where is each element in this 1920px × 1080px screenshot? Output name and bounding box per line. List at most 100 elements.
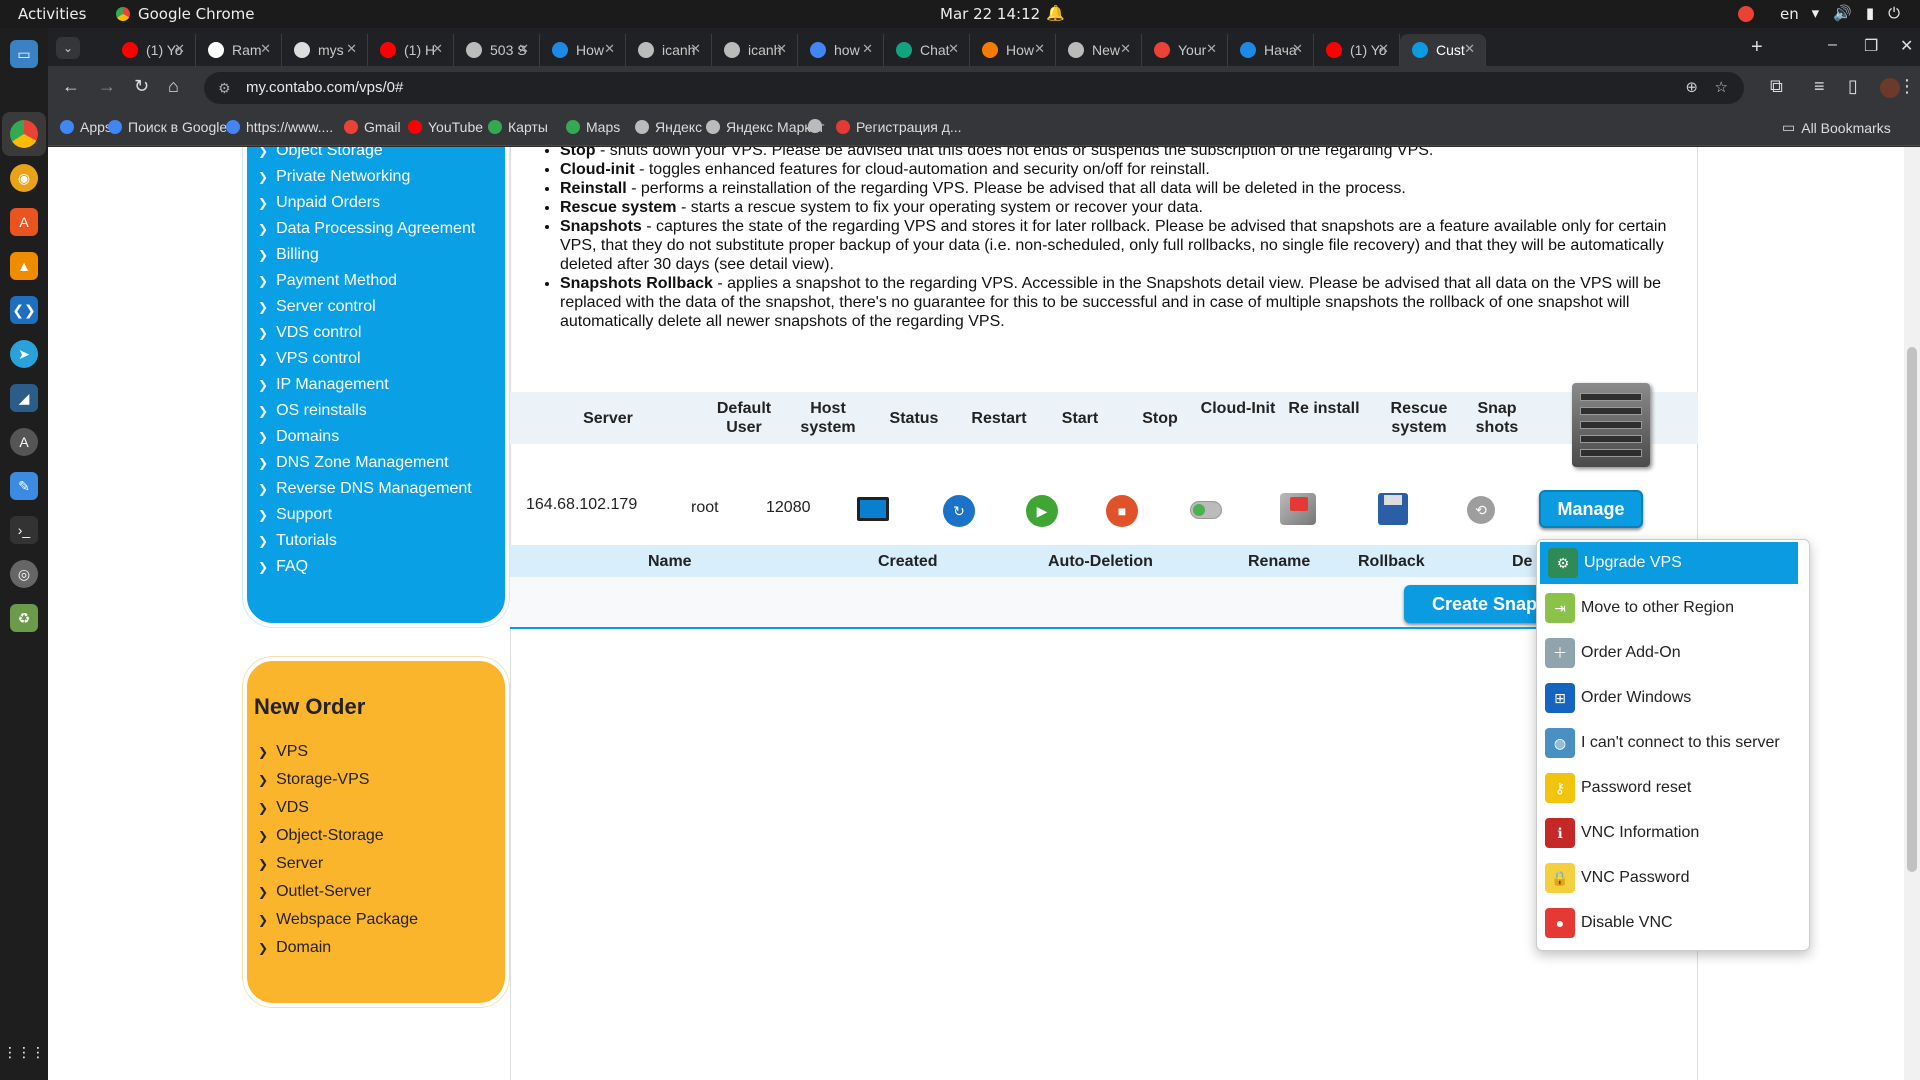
status-monitor-icon[interactable]: [857, 497, 889, 521]
new-order-link[interactable]: ❯ VDS: [258, 799, 309, 817]
menu-item[interactable]: ◍ I can't connect to this server: [1537, 722, 1809, 764]
page-scrollbar[interactable]: [1904, 147, 1920, 1080]
bookmark-item[interactable]: YouTube: [408, 119, 483, 135]
tab-close-icon[interactable]: ✕: [518, 41, 529, 57]
sidebar-link[interactable]: ❯ VDS control: [258, 324, 361, 342]
active-app-menu[interactable]: Google Chrome: [116, 5, 255, 23]
browser-tab[interactable]: icanh ✕: [712, 34, 798, 66]
browser-tab[interactable]: icanh ✕: [626, 34, 712, 66]
new-order-link[interactable]: ❯ VPS: [258, 743, 308, 761]
new-order-link[interactable]: ❯ Server: [258, 855, 323, 873]
tab-close-icon[interactable]: ✕: [948, 41, 959, 57]
start-icon[interactable]: ▶: [1026, 495, 1058, 527]
tab-close-icon[interactable]: ✕: [174, 41, 185, 57]
scrollbar-thumb[interactable]: [1907, 347, 1917, 872]
menu-item[interactable]: ⚙ Upgrade VPS: [1540, 542, 1798, 584]
bookmark-item[interactable]: Яндекс: [635, 119, 702, 135]
vlc-icon[interactable]: ▲: [10, 252, 38, 280]
stop-icon[interactable]: ■: [1106, 495, 1138, 527]
bookmark-item[interactable]: Maps: [566, 119, 620, 135]
menu-item[interactable]: ⚷ Password reset: [1537, 767, 1809, 809]
bookmark-item[interactable]: [808, 119, 828, 133]
bookmark-item[interactable]: Регистрация д...: [836, 119, 962, 135]
telegram-icon[interactable]: ➤: [10, 340, 38, 368]
snapshots-icon[interactable]: ⟲: [1467, 496, 1495, 524]
clock[interactable]: Mar 22 14:12: [940, 5, 1040, 23]
tab-close-icon[interactable]: ✕: [604, 41, 615, 57]
profile-avatar[interactable]: [1880, 78, 1900, 98]
rhythmbox-icon[interactable]: ◉: [10, 164, 38, 192]
back-arrow-icon[interactable]: ←: [62, 76, 80, 97]
menu-item[interactable]: ⇥ Move to other Region: [1537, 587, 1809, 629]
tab-close-icon[interactable]: ✕: [1206, 41, 1217, 57]
restart-icon[interactable]: ↻: [943, 495, 975, 527]
browser-tab[interactable]: How ✕: [540, 34, 626, 66]
sidebar-link[interactable]: ❯ Server control: [258, 298, 376, 316]
browser-tab[interactable]: (1) H ✕: [368, 34, 454, 66]
browser-tab[interactable]: how ✕: [798, 34, 884, 66]
home-icon[interactable]: ⌂: [168, 76, 179, 97]
maximize-button[interactable]: ❐: [1864, 36, 1878, 56]
trash-icon[interactable]: ♻: [10, 604, 38, 632]
sidebar-link[interactable]: ❯ Billing: [258, 246, 319, 264]
new-order-link[interactable]: ❯ Storage-VPS: [258, 771, 369, 789]
sidebar-link[interactable]: ❯ DNS Zone Management: [258, 454, 449, 472]
tab-close-icon[interactable]: ✕: [346, 41, 357, 57]
notification-bell-icon[interactable]: 🔔: [1046, 4, 1065, 22]
browser-tab[interactable]: Chat ✕: [884, 34, 970, 66]
sidebar-link[interactable]: ❯ Object Storage: [258, 147, 383, 160]
extensions-icon[interactable]: ⧉: [1770, 76, 1783, 97]
text-editor-icon[interactable]: ✎: [10, 472, 38, 500]
media-control-icon[interactable]: ≡: [1814, 76, 1825, 97]
sidebar-link[interactable]: ❯ Payment Method: [258, 272, 397, 290]
sidebar-link[interactable]: ❯ FAQ: [258, 558, 308, 576]
disk-icon[interactable]: ◎: [10, 560, 38, 588]
menu-item[interactable]: ● Disable VNC: [1537, 902, 1809, 944]
tab-close-icon[interactable]: ✕: [690, 41, 701, 57]
terminal-icon[interactable]: ›_: [10, 516, 38, 544]
menu-item[interactable]: ＋ Order Add-On: [1537, 632, 1809, 674]
sidebar-link[interactable]: ❯ OS reinstalls: [258, 402, 367, 420]
browser-tab[interactable]: Your ✕: [1142, 34, 1228, 66]
sidebar-link[interactable]: ❯ VPS control: [258, 350, 361, 368]
browser-tab[interactable]: (1) Yo ✕: [110, 34, 196, 66]
menu-item[interactable]: 🔒 VNC Password: [1537, 857, 1809, 899]
updater-icon[interactable]: A: [10, 428, 38, 456]
tab-close-icon[interactable]: ✕: [432, 41, 443, 57]
language-indicator[interactable]: en: [1780, 5, 1799, 23]
chrome-menu-icon[interactable]: ⋮: [1898, 76, 1916, 97]
tab-close-icon[interactable]: ✕: [1378, 41, 1389, 57]
menu-item[interactable]: ℹ VNC Information: [1537, 812, 1809, 854]
tab-search-icon[interactable]: ⌄: [56, 37, 80, 59]
bookmark-item[interactable]: Apps: [60, 119, 112, 135]
new-order-link[interactable]: ❯ Object-Storage: [258, 827, 384, 845]
sidebar-link[interactable]: ❯ Private Networking: [258, 168, 410, 186]
sidebar-link[interactable]: ❯ Data Processing Agreement: [258, 220, 475, 238]
bookmark-item[interactable]: Gmail: [344, 119, 401, 135]
tab-close-icon[interactable]: ✕: [862, 41, 873, 57]
chrome-tray-icon[interactable]: [1738, 6, 1754, 22]
side-panel-icon[interactable]: ▯: [1848, 76, 1858, 97]
show-apps-icon[interactable]: ⋮⋮⋮: [3, 1038, 45, 1066]
browser-tab[interactable]: mys ✕: [282, 34, 368, 66]
new-order-link[interactable]: ❯ Outlet-Server: [258, 883, 371, 901]
tab-close-icon[interactable]: ✕: [260, 41, 271, 57]
browser-tab[interactable]: Cust ✕: [1400, 34, 1486, 66]
sidebar-link[interactable]: ❯ Unpaid Orders: [258, 194, 380, 212]
address-bar[interactable]: ⚙ my.contabo.com/vps/0# ⊕ ☆: [204, 72, 1744, 104]
reinstall-icon[interactable]: [1280, 493, 1316, 525]
site-info-icon[interactable]: ⚙: [218, 72, 231, 104]
cloud-init-toggle-icon[interactable]: [1190, 501, 1222, 519]
browser-tab[interactable]: (1) Yo ✕: [1314, 34, 1400, 66]
browser-tab[interactable]: How ✕: [970, 34, 1056, 66]
system-tray[interactable]: ▾ 🔊 ▮ ⏻: [1812, 4, 1900, 22]
tab-close-icon[interactable]: ✕: [776, 41, 787, 57]
zoom-icon[interactable]: ⊕: [1685, 72, 1698, 104]
close-window-button[interactable]: ✕: [1900, 36, 1913, 56]
tab-close-icon[interactable]: ✕: [1464, 41, 1475, 57]
browser-tab[interactable]: New ✕: [1056, 34, 1142, 66]
forward-arrow-icon[interactable]: →: [98, 76, 116, 97]
tab-close-icon[interactable]: ✕: [1120, 41, 1131, 57]
new-tab-button[interactable]: +: [1751, 36, 1763, 59]
manage-button[interactable]: Manage: [1539, 490, 1643, 528]
